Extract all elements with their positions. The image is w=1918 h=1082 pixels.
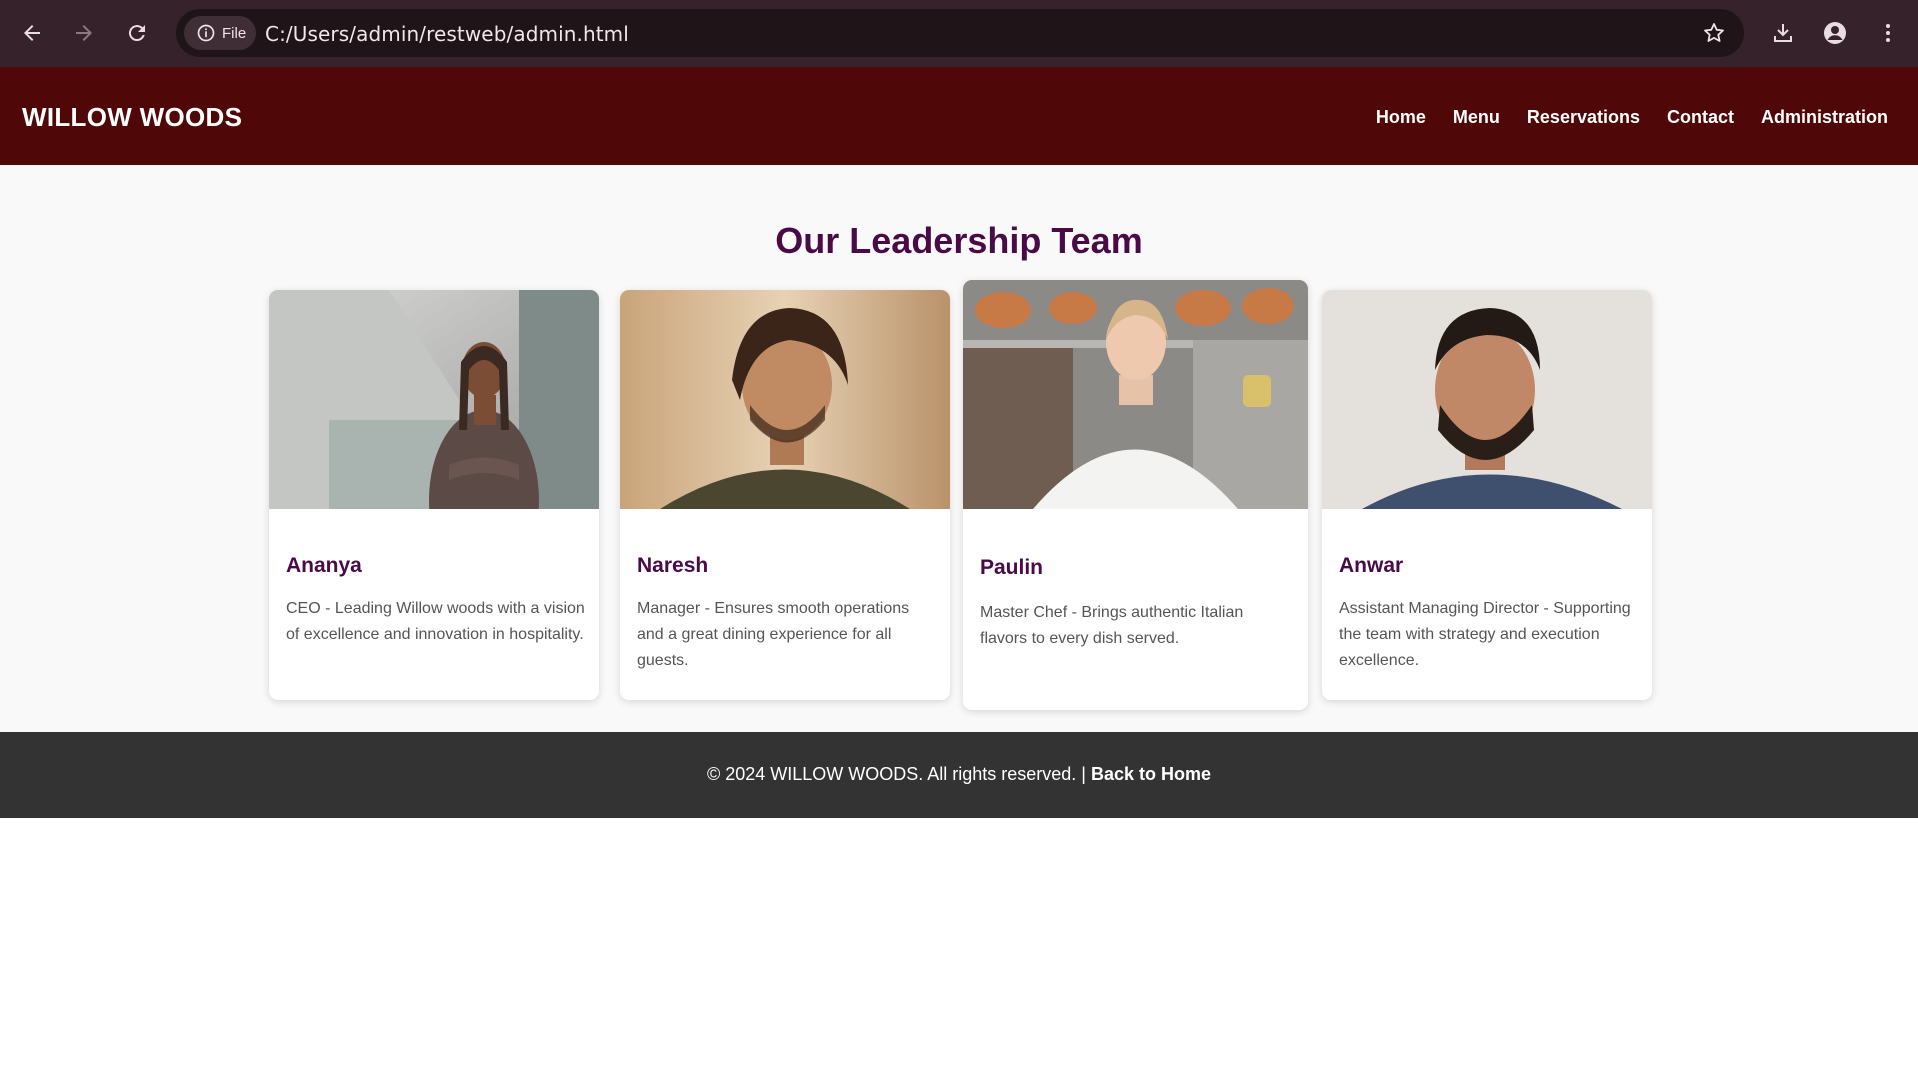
browser-toolbar: File C:/Users/admin/restweb/admin.html [0,0,1918,67]
profile-icon[interactable] [1816,14,1854,52]
team-member-description: Master Chef - Brings authentic Italian f… [980,604,1244,647]
site-footer: © 2024 WILLOW WOODS. All rights reserved… [0,732,1918,818]
url-text[interactable]: C:/Users/admin/restweb/admin.html [265,22,629,46]
team-member-name: Anwar [1339,554,1404,577]
team-member-description: CEO - Leading Willow woods with a vision… [286,600,585,643]
team-card-naresh: Naresh Manager - Ensures smooth operatio… [620,290,950,700]
info-icon [197,24,215,42]
brand-logo[interactable]: WILLOW WOODS [22,102,242,133]
team-member-description: Assistant Managing Director - Supporting… [1339,600,1631,669]
footer-text: © 2024 WILLOW WOODS. All rights reserved… [0,764,1918,785]
page-title: Our Leadership Team [775,220,1143,261]
team-member-name: Ananya [286,554,362,577]
download-icon[interactable] [1764,14,1802,52]
reload-icon[interactable] [118,14,156,52]
copyright-text: © 2024 WILLOW WOODS. All rights reserved… [706,764,1086,784]
team-card-paulin: Paulin Master Chef - Brings authentic It… [963,280,1308,710]
nav-home[interactable]: Home [1376,107,1426,128]
forward-arrow-icon[interactable] [65,14,103,52]
main-nav: Home Menu Reservations Contact Administr… [1376,107,1888,128]
man-with-curly-hair-photo [620,290,950,509]
team-card-ananya: Ananya CEO - Leading Willow woods with a… [269,290,599,700]
team-card-anwar: Anwar Assistant Managing Director - Supp… [1322,290,1652,700]
woman-in-brown-blazer-photo [269,290,599,509]
address-bar[interactable]: File C:/Users/admin/restweb/admin.html [176,9,1744,57]
star-icon[interactable] [1702,21,1726,50]
leadership-section: Our Leadership Team Ananya CEO - Leading… [0,165,1918,732]
chef-in-kitchen-photo [963,280,1308,509]
bearded-man-photo [1322,290,1652,509]
team-member-name: Paulin [980,556,1044,579]
site-info-button[interactable]: File [184,16,256,50]
team-member-name: Naresh [637,554,709,577]
nav-menu[interactable]: Menu [1453,107,1500,128]
more-vertical-icon[interactable] [1869,14,1907,52]
nav-contact[interactable]: Contact [1667,107,1734,128]
back-arrow-icon[interactable] [13,14,51,52]
site-header: WILLOW WOODS Home Menu Reservations Cont… [0,67,1918,165]
nav-reservations[interactable]: Reservations [1527,107,1640,128]
back-to-home-link[interactable]: Back to Home [1091,764,1211,784]
site-info-label: File [222,24,247,42]
team-member-description: Manager - Ensures smooth operations and … [637,600,910,669]
nav-administration[interactable]: Administration [1761,107,1888,128]
